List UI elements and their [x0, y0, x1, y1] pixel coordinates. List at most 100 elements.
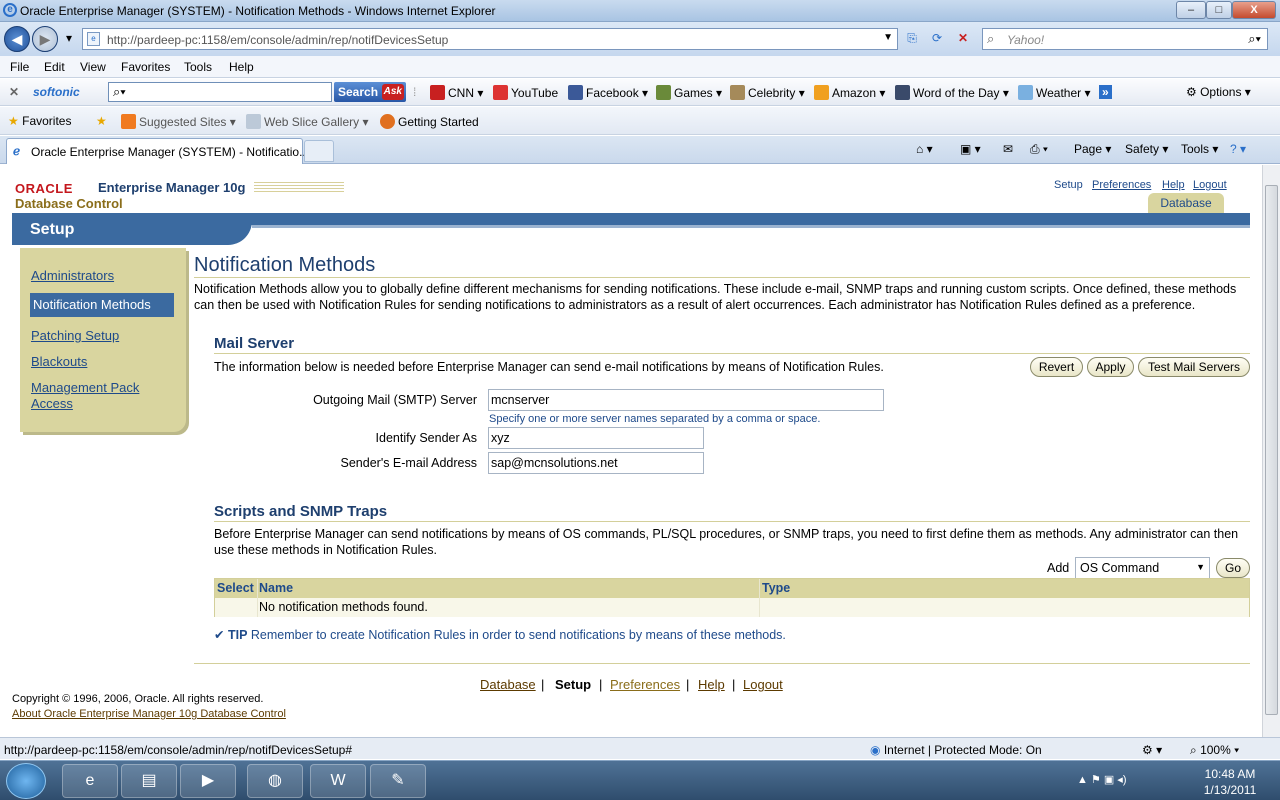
softonic-search-input[interactable]: ⌕▾ — [108, 82, 332, 102]
footer-sep: | — [541, 677, 545, 692]
footer-setup-link[interactable]: Setup — [555, 677, 591, 692]
word-taskbar-icon[interactable]: W — [310, 764, 366, 798]
toolbar-close-icon[interactable]: ✕ — [9, 85, 19, 99]
top-link-logout[interactable]: Logout — [1193, 179, 1227, 191]
explorer-taskbar-icon[interactable]: ▤ — [121, 764, 177, 798]
sidenav-management-pack[interactable]: Management Pack — [31, 380, 139, 396]
clock[interactable]: 10:48 AM 1/13/2011 — [1190, 766, 1270, 798]
back-button[interactable]: ◀ — [4, 26, 30, 52]
favorites-button[interactable]: ★ Favorites — [8, 114, 71, 128]
top-link-setup[interactable]: Setup — [1054, 179, 1083, 191]
footer-help-link[interactable]: Help — [698, 677, 725, 692]
tools-menu[interactable]: Tools ▾ — [1181, 142, 1218, 156]
weather-link[interactable]: Weather ▾ — [1018, 85, 1091, 100]
suggested-sites-link[interactable]: Suggested Sites ▾ — [121, 114, 236, 129]
softonic-search-button[interactable]: Search Ask — [334, 82, 406, 102]
column-name: Name — [259, 581, 294, 595]
menu-tools[interactable]: Tools — [184, 60, 212, 74]
tab-ie-icon: ℯ — [13, 144, 21, 158]
print-icon[interactable]: ⎙ ▾ — [1030, 142, 1048, 157]
sidenav-access[interactable]: Access — [31, 396, 73, 412]
search-go-icon[interactable]: ⌕▾ — [1248, 31, 1261, 47]
amazon-link[interactable]: Amazon ▾ — [814, 85, 885, 100]
section-title: Setup — [30, 221, 75, 238]
home-icon[interactable]: ⌂ ▾ — [916, 142, 933, 156]
firefox-taskbar-icon[interactable]: ◍ — [247, 764, 303, 798]
database-tab[interactable]: Database — [1148, 193, 1224, 213]
add-favorite-icon[interactable]: ★ — [96, 114, 107, 128]
youtube-link[interactable]: YouTube — [493, 85, 558, 100]
feeds-icon[interactable]: ▣ ▾ — [960, 142, 981, 156]
close-button[interactable]: X — [1232, 1, 1276, 19]
email-input[interactable]: sap@mcnsolutions.net — [488, 452, 704, 474]
about-link[interactable]: About Oracle Enterprise Manager 10g Data… — [12, 708, 286, 720]
add-method-select[interactable]: OS Command ▼ — [1075, 557, 1210, 579]
forward-button[interactable]: ▶ — [32, 26, 58, 52]
menu-bar: File Edit View Favorites Tools Help — [0, 56, 1280, 78]
zoom-control[interactable]: ⌕ 100% ▾ — [1190, 743, 1239, 758]
facebook-link[interactable]: Facebook ▾ — [568, 85, 648, 100]
page-description: Notification Methods allow you to global… — [194, 282, 1237, 312]
apply-button[interactable]: Apply — [1087, 357, 1134, 377]
add-method-value: OS Command — [1080, 561, 1160, 575]
celebrity-link[interactable]: Celebrity ▾ — [730, 85, 805, 100]
start-button[interactable] — [6, 763, 46, 799]
top-link-preferences[interactable]: Preferences — [1092, 179, 1151, 191]
page-title: Notification Methods — [194, 254, 376, 276]
footer-sep: | — [686, 677, 690, 692]
side-navigation: Administrators Notification Methods Patc… — [20, 248, 186, 432]
mail-icon[interactable]: ✉ — [1003, 142, 1013, 156]
paint-taskbar-icon[interactable]: ✎ — [370, 764, 426, 798]
minimize-button[interactable]: – — [1176, 1, 1206, 19]
games-link[interactable]: Games ▾ — [656, 85, 722, 100]
address-url[interactable]: http://pardeep-pc:1158/em/console/admin/… — [107, 33, 448, 47]
tab-active[interactable]: ℯ Oracle Enterprise Manager (SYSTEM) - N… — [6, 138, 309, 164]
ie-taskbar-icon[interactable]: e — [62, 764, 118, 798]
cnn-link[interactable]: CNN ▾ — [430, 85, 483, 100]
scrollbar-thumb[interactable] — [1265, 185, 1278, 715]
menu-edit[interactable]: Edit — [44, 60, 65, 74]
address-bar[interactable]: e http://pardeep-pc:1158/em/console/admi… — [82, 28, 898, 50]
search-box[interactable]: ⌕ Yahoo! ⌕▾ — [982, 28, 1268, 50]
safety-menu[interactable]: Safety ▾ — [1125, 142, 1168, 156]
smtp-hint: Specify one or more server names separat… — [489, 413, 821, 425]
menu-favorites[interactable]: Favorites — [121, 60, 170, 74]
go-button[interactable]: Go — [1216, 558, 1250, 578]
getting-started-link[interactable]: Getting Started — [380, 114, 479, 129]
address-dropdown-icon[interactable]: ▼ — [883, 32, 893, 43]
sender-input[interactable]: xyz — [488, 427, 704, 449]
sidenav-patching-setup[interactable]: Patching Setup — [31, 328, 119, 344]
test-mail-servers-button[interactable]: Test Mail Servers — [1138, 357, 1250, 377]
menu-view[interactable]: View — [80, 60, 106, 74]
options-button[interactable]: ⚙ Options ▾ — [1186, 85, 1251, 99]
footer-logout-link[interactable]: Logout — [743, 677, 783, 692]
more-chevron-icon[interactable]: » — [1099, 85, 1112, 99]
tray-icons[interactable]: ▲ ⚑ ▣ ◂) — [1077, 773, 1127, 786]
sidenav-blackouts[interactable]: Blackouts — [31, 354, 87, 370]
page-menu[interactable]: Page ▾ — [1074, 142, 1111, 156]
empty-message: No notification methods found. — [259, 600, 428, 614]
word-of-the-day-link[interactable]: Word of the Day ▾ — [895, 85, 1009, 100]
footer-database-link[interactable]: Database — [480, 677, 536, 692]
media-player-taskbar-icon[interactable]: ▶ — [180, 764, 236, 798]
stop-icon[interactable]: ✕ — [952, 28, 974, 50]
sidenav-administrators[interactable]: Administrators — [31, 268, 114, 284]
top-link-help[interactable]: Help — [1162, 179, 1185, 191]
smtp-server-input[interactable]: mcnserver — [488, 389, 884, 411]
new-tab-button[interactable] — [304, 140, 334, 162]
footer-preferences-link[interactable]: Preferences — [610, 677, 680, 692]
security-icon[interactable]: ⚙ ▾ — [1142, 743, 1162, 757]
compat-view-icon[interactable]: ⎘ — [901, 28, 923, 50]
sidenav-notification-methods[interactable]: Notification Methods — [30, 293, 174, 317]
setup-header: Setup — [12, 213, 1250, 247]
menu-file[interactable]: File — [10, 60, 29, 74]
menu-help[interactable]: Help — [229, 60, 254, 74]
softonic-toolbar: ✕ softonic ⌕▾ Search Ask ⁞ CNN ▾ YouTube… — [0, 79, 1280, 106]
refresh-icon[interactable]: ⟳ — [926, 28, 948, 50]
help-icon[interactable]: ? ▾ — [1230, 142, 1246, 156]
web-slice-gallery-link[interactable]: Web Slice Gallery ▾ — [246, 114, 369, 129]
revert-button[interactable]: Revert — [1030, 357, 1083, 377]
history-dropdown[interactable]: ▾ — [58, 28, 80, 50]
maximize-button[interactable]: □ — [1206, 1, 1232, 19]
vertical-scrollbar[interactable] — [1262, 165, 1280, 737]
